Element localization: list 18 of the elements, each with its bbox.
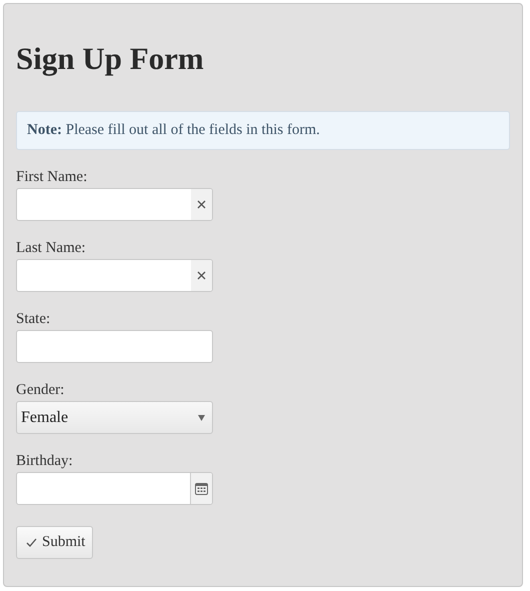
text-field[interactable] bbox=[16, 188, 213, 221]
field-label: Birthday: bbox=[16, 452, 73, 471]
caret-icon bbox=[198, 414, 205, 420]
check-icon bbox=[26, 538, 37, 547]
note-message: Note: Please fill out all of the fields in this form. bbox=[16, 111, 510, 150]
gender-select[interactable]: Female bbox=[16, 401, 213, 434]
date-field[interactable] bbox=[16, 472, 213, 505]
clear-icon[interactable] bbox=[191, 260, 212, 291]
field-label: State: bbox=[16, 310, 50, 329]
clear-icon[interactable] bbox=[191, 189, 212, 220]
field-label: First Name: bbox=[16, 168, 88, 187]
form-title: Sign Up Form bbox=[16, 40, 205, 78]
calendar-icon[interactable] bbox=[190, 473, 212, 504]
submit-button[interactable]: Submit bbox=[16, 526, 94, 559]
field-label: Gender: bbox=[16, 381, 64, 400]
text-field[interactable] bbox=[16, 330, 213, 363]
field-label: Last Name: bbox=[16, 239, 86, 258]
text-field[interactable] bbox=[16, 259, 213, 292]
